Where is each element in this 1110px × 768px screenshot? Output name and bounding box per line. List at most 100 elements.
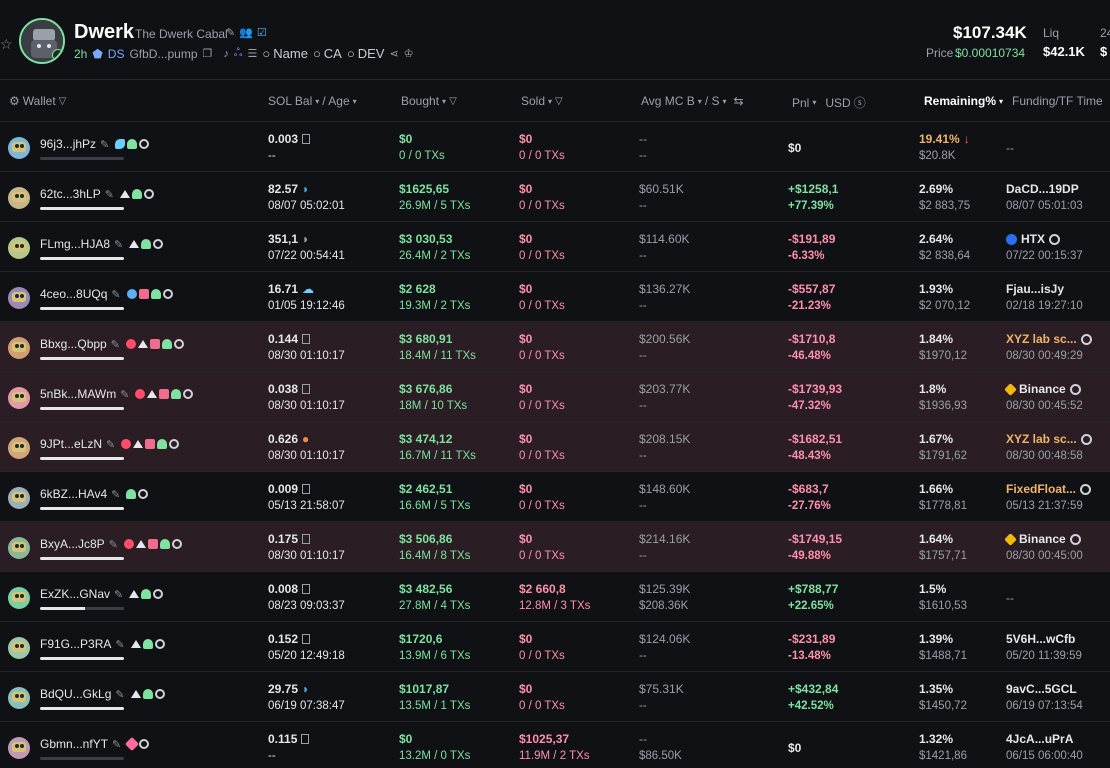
table-row[interactable]: Bbxg...Qbpp ✎ 0.144 08/30 01:10:17 $3 68… [0,322,1110,372]
bought-column-header[interactable]: Bought ▾ ▽ [401,94,457,108]
edit-icon[interactable]: ✎ [226,26,235,39]
table-row[interactable]: F91G...P3RA ✎ 0.152 05/20 12:49:18 $1720… [0,622,1110,672]
edit-icon[interactable]: ✎ [114,238,123,251]
wallet-address[interactable]: 96j3...jhPz ✎ [40,137,150,151]
menu-circle-icon[interactable]: ☰ [248,47,258,60]
table-row[interactable]: 5nBk...MAWm ✎ 0.038 08/30 01:10:17 $3 67… [0,372,1110,422]
wallet-address[interactable]: ExZK...GNav ✎ [40,587,164,601]
funding-source[interactable]: Binance [1004,532,1081,546]
sold-column-header[interactable]: Sold ▾ ▽ [521,94,563,108]
wallet-address[interactable]: BdQU...GkLg ✎ [40,687,165,701]
wallet-avatar[interactable] [8,537,30,559]
wallet-address[interactable]: 4ceo...8UQq ✎ [40,287,173,301]
table-row[interactable]: FLmg...HJA8 ✎ 351,1 ◗ 07/22 00:54:41 $3 0… [0,222,1110,272]
funding-source[interactable]: DaCD...19DP [1006,182,1079,196]
wallet-address[interactable]: 5nBk...MAWm ✎ [40,387,194,401]
info-circle-icon[interactable] [1049,233,1060,245]
wallet-address[interactable]: 62tc...3hLP ✎ [40,187,154,201]
currency-toggle-icon[interactable]: ⓢ [854,94,866,111]
edit-icon[interactable]: ✎ [120,388,129,401]
sort-caret-icon[interactable]: ▾ [999,97,1003,106]
funding-source[interactable]: HTX [1006,232,1060,246]
wallet-avatar[interactable] [8,737,30,759]
search-ca-link[interactable]: ○ CA [313,46,342,61]
table-row[interactable]: 4ceo...8UQq ✎ 16.71 ☁ 01/05 19:12:46 $2 6… [0,272,1110,322]
settings-icon[interactable]: ⚙ [9,94,20,108]
info-circle-icon[interactable] [1080,483,1092,495]
edit-icon[interactable]: ✎ [105,188,114,201]
funding-source[interactable]: 5V6H...wCfb [1006,632,1075,646]
wallet-address[interactable]: FLmg...HJA8 ✎ [40,237,164,251]
table-row[interactable]: Gbmn...nfYT ✎ 0.115 -- $0 13.2M / 0 TXs … [0,722,1110,768]
edit-icon[interactable]: ✎ [115,688,124,701]
remaining-column-header[interactable]: Remaining% ▾ [924,94,1003,108]
edit-icon[interactable]: ✎ [100,138,109,151]
table-row[interactable]: BxyA...Jc8P ✎ 0.175 08/30 01:10:17 $3 50… [0,522,1110,572]
info-circle-icon[interactable] [1080,433,1092,445]
dex-screener-label[interactable]: DS [108,47,125,61]
wallet-avatar[interactable] [8,187,30,209]
funding-source[interactable]: XYZ lab sc... [1006,432,1092,446]
token-address[interactable]: GfbD...pump [129,47,197,61]
sort-caret-icon[interactable]: ▾ [812,98,816,107]
wallet-avatar[interactable] [8,137,30,159]
wallet-avatar[interactable] [8,387,30,409]
swap-icon[interactable]: ⇆ [734,94,744,108]
edit-icon[interactable]: ✎ [109,538,118,551]
edit-icon[interactable]: ✎ [114,588,123,601]
table-row[interactable]: 96j3...jhPz ✎ 0.003 -- $0 0 / 0 TXs $0 0… [0,122,1110,172]
token-avatar[interactable] [19,18,65,64]
table-row[interactable]: BdQU...GkLg ✎ 29.75 ◗ 06/19 07:38:47 $101… [0,672,1110,722]
filter-icon[interactable]: ▽ [449,96,457,107]
funding-source[interactable]: Fjau...isJy [1006,282,1064,296]
funding-column-header[interactable]: Funding/TF Time [1012,94,1103,108]
wallet-avatar[interactable] [8,437,30,459]
wallet-column-header[interactable]: ⚙ Wallet ▽ [9,94,66,108]
edit-icon[interactable]: ✎ [111,338,120,351]
sort-caret-icon[interactable]: ▾ [353,97,357,106]
edit-icon[interactable]: ✎ [111,488,120,501]
wallet-avatar[interactable] [8,337,30,359]
wallet-avatar[interactable] [8,587,30,609]
copy-icon[interactable]: ❐ [203,47,213,60]
wallet-address[interactable]: 9JPt...eLzN ✎ [40,437,180,451]
wallet-avatar[interactable] [8,487,30,509]
star-icon[interactable]: ☆ [0,36,13,53]
dex-screener-icon[interactable]: ⬟ [92,47,102,61]
share-icon[interactable]: ⋖ [389,47,398,60]
wallet-avatar[interactable] [8,237,30,259]
wallet-avatar[interactable] [8,637,30,659]
sort-caret-icon[interactable]: ▾ [315,97,319,106]
info-circle-icon[interactable] [1069,383,1081,395]
edit-icon[interactable]: ✎ [112,738,121,751]
edit-icon[interactable]: ✎ [111,288,120,301]
wallet-address[interactable]: BxyA...Jc8P ✎ [40,537,182,551]
wallet-address[interactable]: Gbmn...nfYT ✎ [40,736,150,752]
sol-bal-column-header[interactable]: SOL Bal ▾ / Age ▾ [268,94,357,108]
crown-icon[interactable]: ♔ [404,47,414,60]
wallet-avatar[interactable] [8,687,30,709]
info-circle-icon[interactable] [1080,333,1092,345]
info-circle-icon[interactable] [1069,533,1081,545]
wallet-avatar[interactable] [8,287,30,309]
funding-source[interactable]: 4JcA...uPrA [1006,732,1073,746]
sort-caret-icon[interactable]: ▾ [548,97,552,106]
sort-caret-icon[interactable]: ▾ [698,97,702,106]
sort-caret-icon[interactable]: ▾ [722,97,726,106]
community-icon[interactable]: ஃ [234,47,243,61]
tiktok-icon[interactable]: ♪ [223,48,229,60]
filter-icon[interactable]: ▽ [59,96,67,107]
sort-caret-icon[interactable]: ▾ [442,97,446,106]
search-dev-link[interactable]: ○ DEV [347,46,385,61]
funding-source[interactable]: 9avC...5GCL [1006,682,1077,696]
edit-icon[interactable]: ✎ [115,638,124,651]
wallet-address[interactable]: 6kBZ...HAv4 ✎ [40,487,149,501]
funding-source[interactable]: XYZ lab sc... [1006,332,1092,346]
filter-icon[interactable]: ▽ [555,96,563,107]
search-name-link[interactable]: ○ Name [262,46,308,61]
pnl-column-header[interactable]: Pnl ▾ USD ⓢ [792,94,866,111]
avg-mc-column-header[interactable]: Avg MC B ▾ / S ▾ ⇆ [641,94,744,108]
table-row[interactable]: 62tc...3hLP ✎ 82.57 ◗ 08/07 05:02:01 $162… [0,172,1110,222]
wallet-address[interactable]: Bbxg...Qbpp ✎ [40,337,184,351]
wallet-address[interactable]: F91G...P3RA ✎ [40,637,165,651]
